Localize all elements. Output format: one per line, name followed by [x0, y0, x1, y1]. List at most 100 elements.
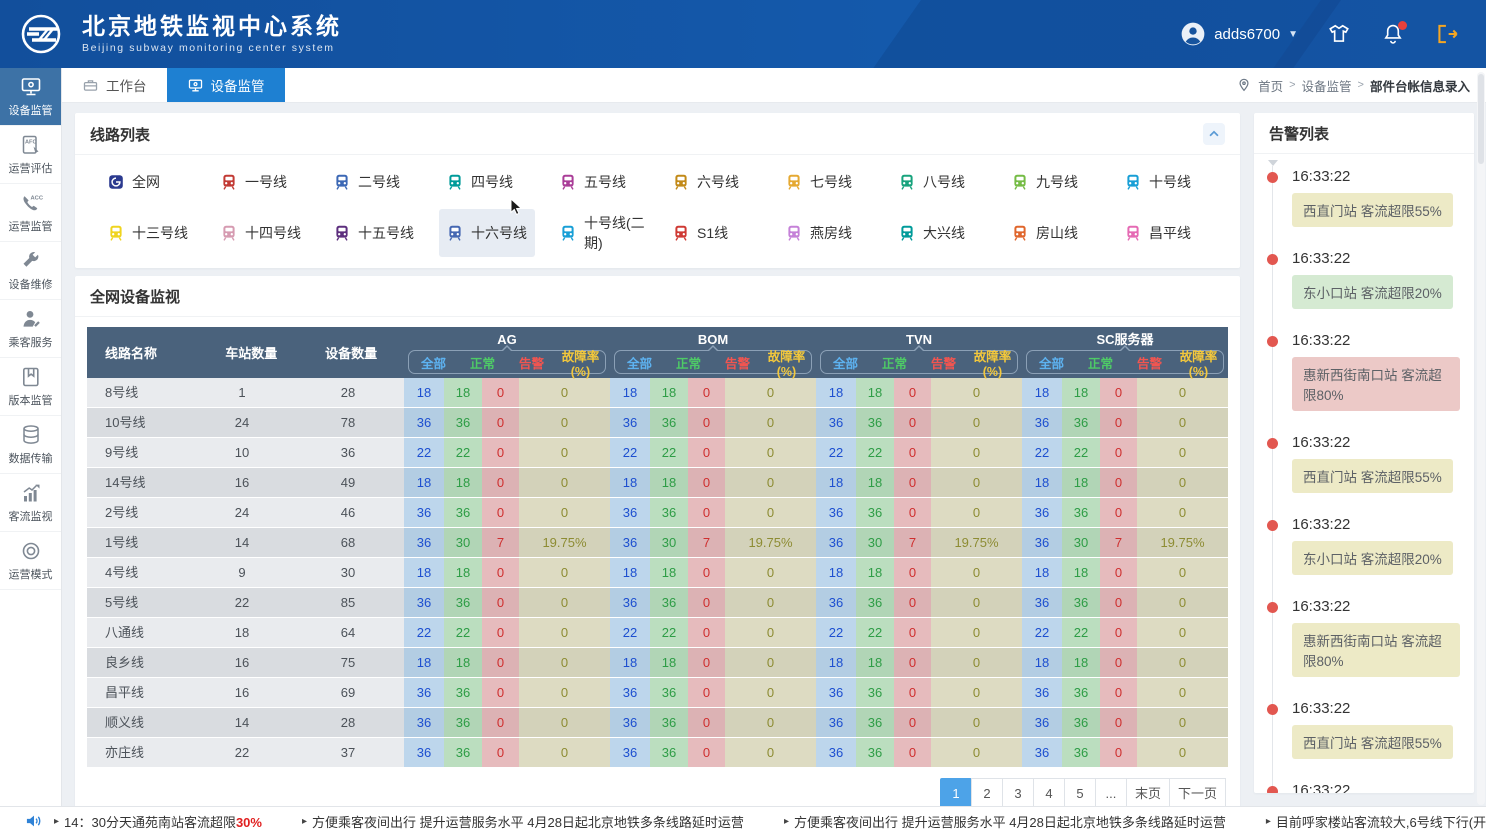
cell-line: 昌平线 [87, 678, 192, 707]
line-item-19[interactable]: 昌平线 [1117, 209, 1199, 257]
line-item-9[interactable]: 十号线 [1117, 168, 1199, 196]
line-item-8[interactable]: 九号线 [1004, 168, 1086, 196]
cell-value: 36 [650, 588, 688, 617]
line-item-4[interactable]: 五号线 [552, 168, 634, 196]
cell-value: 0 [1100, 468, 1137, 497]
sidebar-item-operation-evaluation[interactable]: AFC 运营评估 [0, 126, 61, 184]
last-page-button[interactable]: 末页 [1126, 778, 1170, 808]
sidebar-item-operation-supervision[interactable]: ACC 运营监管 [0, 184, 61, 242]
cell-value: 36 [444, 708, 482, 737]
scrollbar-thumb[interactable] [1478, 74, 1484, 164]
cell-value: 0 [482, 468, 519, 497]
cell-value: 0 [482, 588, 519, 617]
line-item-17[interactable]: 大兴线 [891, 209, 973, 257]
alarm-message: 惠新西街南口站 客流超限80% [1292, 623, 1460, 677]
line-item-14[interactable]: 十号线(二期) [552, 209, 665, 257]
cell-value: 22 [1022, 618, 1062, 647]
cell-value: 18 [610, 378, 650, 407]
cell-value: 0 [482, 438, 519, 467]
cell-value: 18 [856, 378, 894, 407]
cell-line: 10号线 [87, 408, 192, 437]
next-page-button[interactable]: 下一页 [1169, 778, 1226, 808]
cell-value: 0 [1137, 378, 1228, 407]
page-ellipsis[interactable]: ... [1095, 778, 1127, 808]
alarm-message: 东小口站 客流超限20% [1292, 275, 1453, 309]
line-item-10[interactable]: 十三号线 [100, 209, 196, 257]
notifications-bell-icon[interactable] [1380, 21, 1406, 47]
line-item-18[interactable]: 房山线 [1004, 209, 1086, 257]
line-item-3[interactable]: 四号线 [439, 168, 521, 196]
tab-label: 工作台 [106, 75, 147, 95]
location-pin-icon [1236, 77, 1252, 93]
device-table: 线路名称 车站数量 设备数量 AG 全部正常告警故障率(%) BOM 全部正常告… [75, 317, 1240, 768]
app-root: 北京地铁监视中心系统 Beijing subway monitoring cen… [0, 0, 1486, 835]
monitor-icon [187, 77, 204, 94]
ticker-item: ▸ 目前呼家楼站客流较大,6号线下行(开往海淀五路居方向)在呼家楼站采取部分在呼… [1266, 812, 1486, 831]
cell-value: 0 [482, 618, 519, 647]
cell-value: 0 [688, 678, 725, 707]
line-item-16[interactable]: 燕房线 [778, 209, 860, 257]
cell-value: 0 [1137, 678, 1228, 707]
cell-value: 0 [1100, 738, 1137, 767]
page-button-4[interactable]: 4 [1033, 778, 1065, 808]
cell-value: 0 [688, 648, 725, 677]
tab-label: 设备监管 [211, 75, 265, 95]
breadcrumb-home[interactable]: 首页 [1258, 76, 1283, 95]
line-item-7[interactable]: 八号线 [891, 168, 973, 196]
line-item-13[interactable]: 十六号线 [439, 209, 535, 257]
cell-value: 36 [856, 498, 894, 527]
user-menu[interactable]: adds6700 ▼ [1180, 21, 1298, 47]
cell-value: 0 [1137, 618, 1228, 647]
sidebar-item-version-monitor[interactable]: 版本监管 [0, 358, 61, 416]
sidebar-item-passenger-service[interactable]: 乘客服务 [0, 300, 61, 358]
cell-value: 18 [610, 468, 650, 497]
cell-value: 0 [725, 708, 816, 737]
cell-line: 9号线 [87, 438, 192, 467]
sidebar-item-data-transfer[interactable]: 数据传输 [0, 416, 61, 474]
line-item-2[interactable]: 二号线 [326, 168, 408, 196]
line-item-15[interactable]: S1线 [665, 209, 736, 257]
cell-value: 36 [1022, 498, 1062, 527]
cell-value: 0 [931, 498, 1022, 527]
line-item-5[interactable]: 六号线 [665, 168, 747, 196]
subcol-label: 告警 [1125, 353, 1174, 372]
cell-devices: 69 [292, 678, 404, 707]
sidebar-item-equipment-maintenance[interactable]: 设备维修 [0, 242, 61, 300]
username: adds6700 [1214, 26, 1280, 43]
cell-value: 0 [894, 738, 931, 767]
tab-device-monitor[interactable]: 设备监管 [167, 68, 285, 102]
line-item-6[interactable]: 七号线 [778, 168, 860, 196]
theme-skin-icon[interactable] [1326, 21, 1352, 47]
subcol-label: 故障率(%) [762, 346, 811, 379]
subcol-label: 全部 [1027, 353, 1076, 372]
chart-icon [19, 481, 43, 505]
sidebar-item-device-monitor[interactable]: 设备监管 [0, 68, 61, 126]
subcol-label: 全部 [409, 353, 458, 372]
cell-value: 30 [444, 528, 482, 557]
ticker-items: ▸ 14：30分天通苑南站客流超限30%▸ 方便乘客夜间出行 提升运营服务水平 … [54, 812, 1486, 831]
line-item-12[interactable]: 十五号线 [326, 209, 422, 257]
sidebar-item-passenger-flow-monitor[interactable]: 客流监视 [0, 474, 61, 532]
cell-value: 36 [856, 678, 894, 707]
cell-value: 0 [1100, 378, 1137, 407]
sidebar-item-operation-mode[interactable]: 运营模式 [0, 532, 61, 590]
page-button-2[interactable]: 2 [971, 778, 1003, 808]
ticker-highlight: 30% [236, 815, 262, 830]
tab-workbench[interactable]: 工作台 [62, 68, 167, 102]
page-scrollbar[interactable] [1477, 72, 1485, 805]
cell-devices: 36 [292, 438, 404, 467]
breadcrumb-device-monitor[interactable]: 设备监管 [1302, 76, 1352, 95]
logout-icon[interactable] [1434, 21, 1460, 47]
line-item-1[interactable]: 一号线 [213, 168, 295, 196]
cell-value: 0 [725, 408, 816, 437]
line-item-11[interactable]: 十四号线 [213, 209, 309, 257]
page-button-3[interactable]: 3 [1002, 778, 1034, 808]
collapse-chevron-up-icon[interactable] [1203, 123, 1225, 145]
page-button-1[interactable]: 1 [940, 778, 972, 808]
page-button-5[interactable]: 5 [1064, 778, 1096, 808]
cell-value: 22 [1062, 438, 1100, 467]
notification-badge [1398, 21, 1407, 30]
cell-value: 0 [482, 648, 519, 677]
timeline-dot-icon [1267, 602, 1278, 613]
line-item-0[interactable]: 全网 [100, 168, 168, 196]
